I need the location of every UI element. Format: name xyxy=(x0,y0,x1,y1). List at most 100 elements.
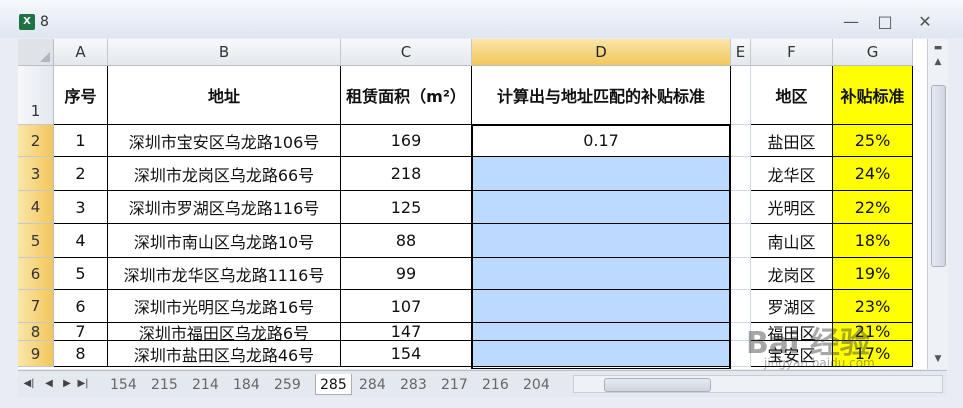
cell-f5[interactable]: 南山区 xyxy=(751,224,833,258)
row-header-6[interactable]: 6 xyxy=(18,258,54,290)
sheet-tab-259[interactable]: 259 xyxy=(274,374,301,396)
row-header-8[interactable]: 8 xyxy=(18,323,54,341)
cell-f4[interactable]: 光明区 xyxy=(751,191,833,224)
close-icon[interactable]: ✕ xyxy=(912,12,938,32)
row-header-3[interactable]: 3 xyxy=(18,157,54,191)
row-header-5[interactable]: 5 xyxy=(18,224,54,258)
header-cell-d[interactable]: 计算出与地址匹配的补贴标准 xyxy=(472,66,731,125)
first-sheet-icon[interactable]: ◀| xyxy=(22,376,36,392)
sheet-tab-215[interactable]: 215 xyxy=(151,374,178,396)
sheet-tab-154[interactable]: 154 xyxy=(110,374,137,396)
cell-c8[interactable]: 147 xyxy=(341,323,472,341)
header-cell-b[interactable]: 地址 xyxy=(108,66,341,125)
cell-d3[interactable] xyxy=(472,157,731,191)
scroll-split-icon[interactable]: ▬ xyxy=(930,41,946,55)
scroll-down-icon[interactable]: ▼ xyxy=(930,352,946,366)
cell-b5[interactable]: 深圳市南山区乌龙路10号 xyxy=(108,224,341,258)
cell-c7[interactable]: 107 xyxy=(341,290,472,323)
column-header-f[interactable]: F xyxy=(751,39,833,66)
cell-a5[interactable]: 4 xyxy=(54,224,108,258)
sheet-tab-214[interactable]: 214 xyxy=(192,374,219,396)
cell-e4[interactable] xyxy=(731,191,751,224)
cell-d5[interactable] xyxy=(472,224,731,258)
excel-icon: X xyxy=(19,14,35,30)
cell-g5[interactable]: 18% xyxy=(833,224,913,258)
cell-e3[interactable] xyxy=(731,157,751,191)
row-header-4[interactable]: 4 xyxy=(18,191,54,224)
cell-b4[interactable]: 深圳市罗湖区乌龙路116号 xyxy=(108,191,341,224)
cell-b8[interactable]: 深圳市福田区乌龙路6号 xyxy=(108,323,341,341)
header-cell-g[interactable]: 补贴标准 xyxy=(833,66,913,125)
row-header-1[interactable]: 1 xyxy=(18,66,54,125)
vertical-scrollbar[interactable]: ▬ ▲ ▼ xyxy=(927,39,948,369)
cell-b7[interactable]: 深圳市光明区乌龙路16号 xyxy=(108,290,341,323)
cell-a3[interactable]: 2 xyxy=(54,157,108,191)
column-header-g[interactable]: G xyxy=(833,39,913,66)
cell-a9[interactable]: 8 xyxy=(54,341,108,367)
restore-icon[interactable]: □ xyxy=(872,12,898,32)
sheet-tab-283[interactable]: 283 xyxy=(400,374,427,396)
sheet-tab-184[interactable]: 184 xyxy=(233,374,260,396)
header-cell-c[interactable]: 租赁面积（m²） xyxy=(341,66,472,125)
minimize-icon[interactable]: — xyxy=(838,12,864,32)
cell-e1[interactable] xyxy=(731,66,751,125)
cell-b9[interactable]: 深圳市盐田区乌龙路46号 xyxy=(108,341,341,367)
sheet-tab-bar: ◀| ◀ ▶ ▶| 154 215 214 184 259 285 284 283 217 216… xyxy=(18,370,947,397)
cell-c4[interactable]: 125 xyxy=(341,191,472,224)
column-header-b[interactable]: B xyxy=(108,39,341,66)
cell-g6[interactable]: 19% xyxy=(833,258,913,290)
excel-window: X 8 — □ ✕ A B C D E F G 1 2 3 4 5 6 7 8 9 序号 地址 租赁面积（m²） 计算… xyxy=(0,0,963,408)
cell-c2[interactable]: 169 xyxy=(341,125,472,157)
cell-b6[interactable]: 深圳市龙华区乌龙路1116号 xyxy=(108,258,341,290)
vertical-scroll-thumb[interactable] xyxy=(931,85,946,267)
cell-f3[interactable]: 龙华区 xyxy=(751,157,833,191)
next-sheet-icon[interactable]: ▶ xyxy=(60,376,74,392)
scroll-up-icon[interactable]: ▲ xyxy=(930,55,946,69)
cell-a6[interactable]: 5 xyxy=(54,258,108,290)
cell-g2[interactable]: 25% xyxy=(833,125,913,157)
cell-f6[interactable]: 龙岗区 xyxy=(751,258,833,290)
cell-a2[interactable]: 1 xyxy=(54,125,108,157)
row-header-2[interactable]: 2 xyxy=(18,125,54,157)
column-header-d[interactable]: D xyxy=(472,39,731,66)
prev-sheet-icon[interactable]: ◀ xyxy=(42,376,56,392)
select-all-corner[interactable] xyxy=(18,39,54,66)
cell-e6[interactable] xyxy=(731,258,751,290)
horizontal-scroll-thumb[interactable] xyxy=(604,378,711,392)
cell-c6[interactable]: 99 xyxy=(341,258,472,290)
cell-c3[interactable]: 218 xyxy=(341,157,472,191)
sheet-tab-216[interactable]: 216 xyxy=(482,374,509,396)
cell-a4[interactable]: 3 xyxy=(54,191,108,224)
cell-d8[interactable] xyxy=(472,323,731,341)
watermark-url: jingyan.baidu.com xyxy=(764,356,875,370)
cell-d2[interactable]: 0.17 xyxy=(472,125,731,157)
column-header-a[interactable]: A xyxy=(54,39,108,66)
cell-g3[interactable]: 24% xyxy=(833,157,913,191)
sheet-tab-285[interactable]: 285 xyxy=(315,374,352,395)
cell-d4[interactable] xyxy=(472,191,731,224)
cell-d9[interactable] xyxy=(472,341,731,367)
cell-a7[interactable]: 6 xyxy=(54,290,108,323)
cell-e5[interactable] xyxy=(731,224,751,258)
cell-f2[interactable]: 盐田区 xyxy=(751,125,833,157)
last-sheet-icon[interactable]: ▶| xyxy=(76,376,90,392)
sheet-tab-284[interactable]: 284 xyxy=(359,374,386,396)
cell-b2[interactable]: 深圳市宝安区乌龙路106号 xyxy=(108,125,341,157)
cell-c5[interactable]: 88 xyxy=(341,224,472,258)
cell-d7[interactable] xyxy=(472,290,731,323)
row-header-7[interactable]: 7 xyxy=(18,290,54,323)
cell-d6[interactable] xyxy=(472,258,731,290)
row-header-9[interactable]: 9 xyxy=(18,341,54,367)
column-header-e[interactable]: E xyxy=(731,39,751,66)
sheet-tab-217[interactable]: 217 xyxy=(441,374,468,396)
cell-c9[interactable]: 154 xyxy=(341,341,472,367)
cell-e2[interactable] xyxy=(731,125,751,157)
cell-g4[interactable]: 22% xyxy=(833,191,913,224)
header-cell-a[interactable]: 序号 xyxy=(54,66,108,125)
sheet-tab-204[interactable]: 204 xyxy=(523,374,550,396)
cell-a8[interactable]: 7 xyxy=(54,323,108,341)
horizontal-scrollbar[interactable] xyxy=(573,375,943,393)
cell-b3[interactable]: 深圳市龙岗区乌龙路66号 xyxy=(108,157,341,191)
header-cell-f[interactable]: 地区 xyxy=(751,66,833,125)
column-header-c[interactable]: C xyxy=(341,39,472,66)
